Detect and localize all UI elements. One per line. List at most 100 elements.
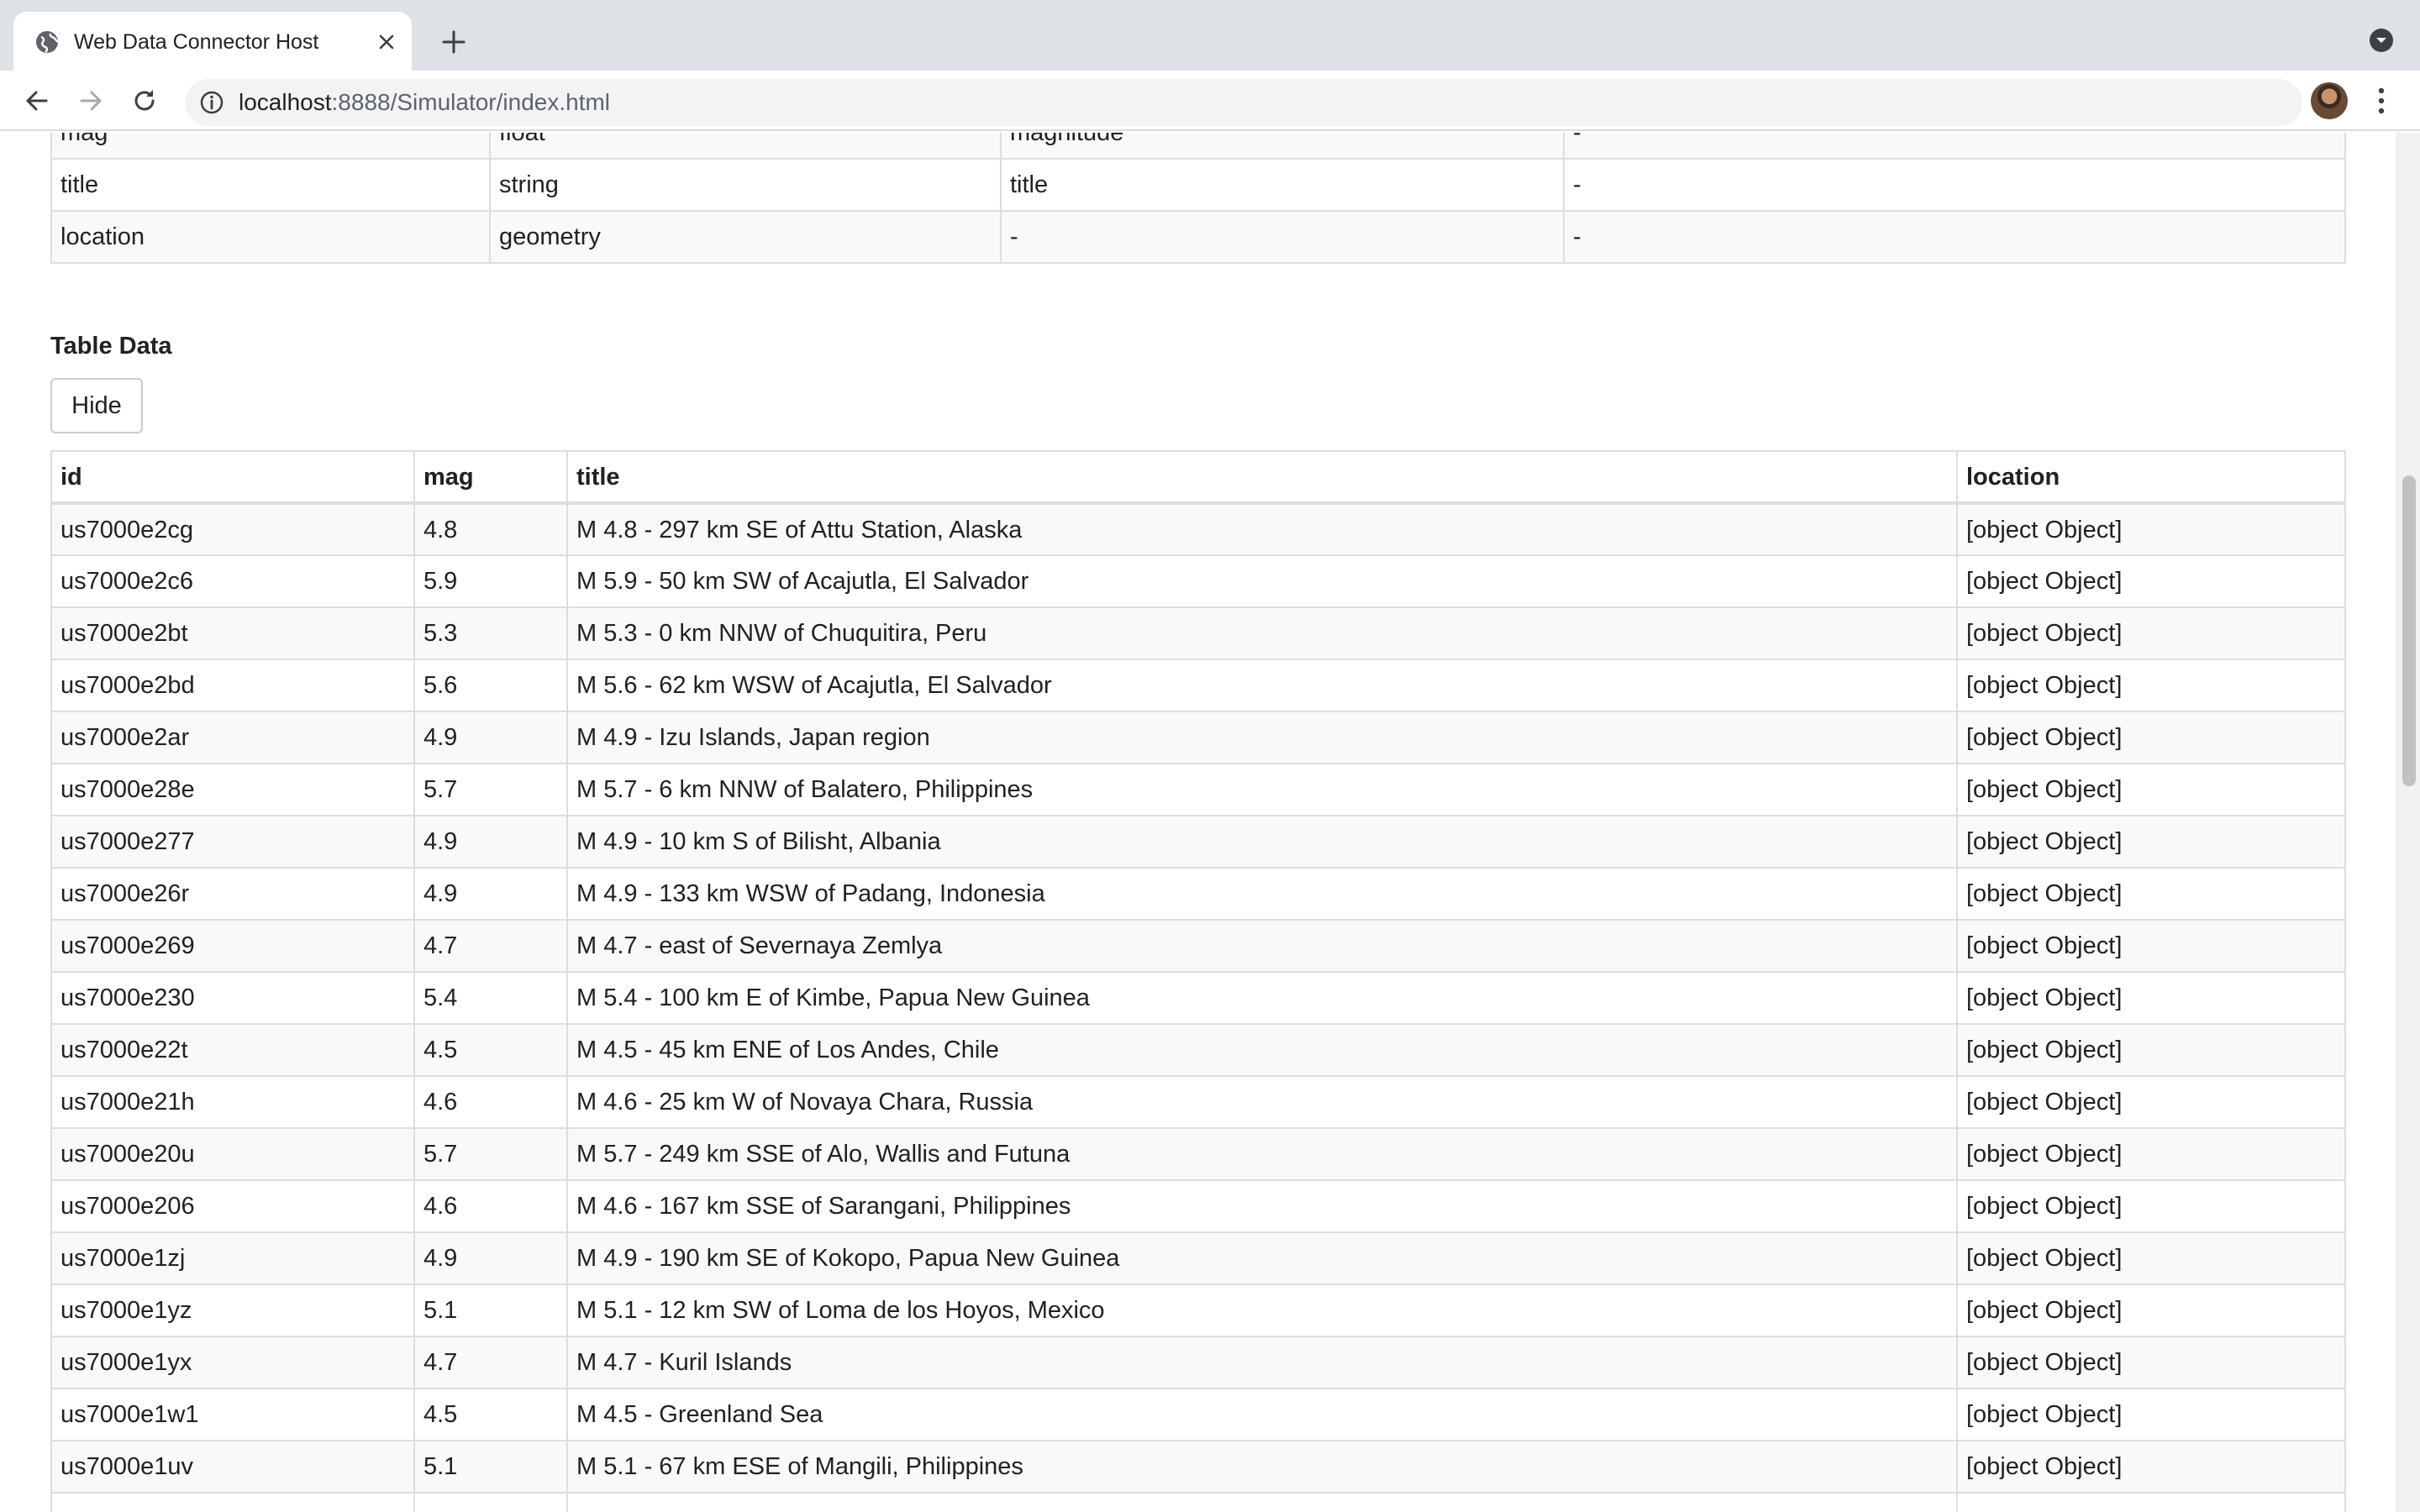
- table-cell: 5.6: [413, 659, 568, 712]
- table-row: us7000e1uv 5.1 M 5.1 - 67 km ESE of Mangil…: [50, 1440, 2346, 1494]
- table-cell: M 4.9 - Izu Islands, Japan region: [566, 711, 1958, 764]
- table-row: us7000e20u 5.7 M 5.7 - 249 km SSE of Alo, …: [50, 1127, 2346, 1181]
- schema-row: title string title -: [50, 158, 2346, 212]
- table-row: us7000e2cg 4.8 M 4.8 - 297 km SE of Attu S…: [50, 502, 2346, 556]
- schema-cell: -: [1563, 210, 2346, 264]
- table-cell: [object Object]: [1956, 763, 2346, 816]
- table-row: us7000e2bd 5.6 M 5.6 - 62 km WSW of Acajut…: [50, 659, 2346, 712]
- table-cell: M 5.4 - 100 km E of Kimbe, Papua New Gui…: [566, 971, 1958, 1025]
- table-cell: us7000e277: [50, 815, 415, 869]
- table-cell: 5.9: [413, 554, 568, 608]
- table-row: us7000e26r 4.9 M 4.9 - 133 km WSW of Padan…: [50, 867, 2346, 921]
- table-cell: M 5.7 - 249 km SSE of Alo, Wallis and Fu…: [566, 1127, 1958, 1181]
- forward-button[interactable]: [72, 82, 109, 119]
- vertical-scrollbar[interactable]: [2396, 133, 2420, 1512]
- browser-tab[interactable]: Web Data Connector Host: [13, 12, 412, 71]
- table-cell: [object Object]: [1956, 815, 2346, 869]
- table-cell: 5.7: [413, 1127, 568, 1181]
- table-cell: [1956, 1492, 2346, 1512]
- table-cell: M 4.9 - 133 km WSW of Padang, Indonesia: [566, 867, 1958, 921]
- table-cell: [50, 1492, 415, 1512]
- table-cell: M 5.3 - 0 km NNW of Chuquitira, Peru: [566, 606, 1958, 660]
- schema-cell: location: [50, 210, 491, 264]
- table-row: us7000e269 4.7 M 4.7 - east of Severnaya Z…: [50, 919, 2346, 973]
- table-cell: M 5.7 - 6 km NNW of Balatero, Philippine…: [566, 763, 1958, 816]
- page-viewport: mag float magnitude - title string title - locat…: [0, 133, 2420, 1512]
- table-row: us7000e2ar 4.9 M 4.9 - Izu Islands, Japan …: [50, 711, 2346, 764]
- url-path: :8888/Simulator/index.html: [331, 89, 611, 115]
- back-button[interactable]: [18, 82, 55, 119]
- tab-search-chevron-icon[interactable]: [2368, 27, 2395, 54]
- table-cell: [object Object]: [1956, 1023, 2346, 1077]
- table-cell: [413, 1492, 568, 1512]
- table-cell: us7000e1yz: [50, 1284, 415, 1337]
- table-cell: 4.9: [413, 867, 568, 921]
- table-cell: [object Object]: [1956, 867, 2346, 921]
- close-icon[interactable]: [375, 30, 398, 54]
- table-row: us7000e2bt 5.3 M 5.3 - 0 km NNW of Chuquit…: [50, 606, 2346, 660]
- table-cell: [object Object]: [1956, 659, 2346, 712]
- table-cell: us7000e2ar: [50, 711, 415, 764]
- info-icon[interactable]: [198, 89, 225, 116]
- table-cell: M 4.6 - 25 km W of Novaya Chara, Russia: [566, 1075, 1958, 1129]
- arrow-left-icon: [26, 91, 48, 111]
- table-cell: M 5.1 - 67 km ESE of Mangili, Philippine…: [566, 1440, 1958, 1494]
- reload-button[interactable]: [126, 82, 163, 119]
- table-cell: M 4.5 - Greenland Sea: [566, 1388, 1958, 1441]
- table-cell: us7000e28e: [50, 763, 415, 816]
- table-cell: us7000e2c6: [50, 554, 415, 608]
- profile-avatar[interactable]: [2311, 82, 2348, 119]
- url-host: localhost: [239, 89, 332, 115]
- table-row: us7000e21h 4.6 M 4.6 - 25 km W of Novaya C…: [50, 1075, 2346, 1129]
- data-table: id mag title location us7000e2cg 4.8 M 4.8 - …: [50, 450, 2346, 1512]
- schema-table: mag float magnitude - title string title - locat…: [50, 133, 2346, 264]
- table-cell: [object Object]: [1956, 1179, 2346, 1233]
- table-cell: us7000e20u: [50, 1127, 415, 1181]
- table-cell: 5.7: [413, 763, 568, 816]
- table-row: us7000e28e 5.7 M 5.7 - 6 km NNW of Balater…: [50, 763, 2346, 816]
- table-cell: us7000e2cg: [50, 502, 415, 556]
- table-cell: 4.6: [413, 1075, 568, 1129]
- table-cell: us7000e1yx: [50, 1336, 415, 1389]
- table-cell: [object Object]: [1956, 711, 2346, 764]
- schema-row: location geometry - -: [50, 210, 2346, 264]
- schema-row: mag float magnitude -: [50, 133, 2346, 160]
- schema-cell: string: [489, 158, 1002, 212]
- scrollbar-thumb[interactable]: [2402, 475, 2416, 786]
- table-cell: 5.4: [413, 971, 568, 1025]
- hide-button[interactable]: Hide: [50, 378, 143, 433]
- table-cell: 4.9: [413, 711, 568, 764]
- schema-cell: -: [1563, 133, 2346, 160]
- table-cell: us7000e230: [50, 971, 415, 1025]
- table-cell: M 4.7 - Kuril Islands: [566, 1336, 1958, 1389]
- table-row: us7000e1w1 4.5 M 4.5 - Greenland Sea [objec…: [50, 1388, 2346, 1441]
- table-data-heading: Table Data: [50, 333, 172, 360]
- column-header: location: [1956, 450, 2346, 505]
- table-cell: M 5.9 - 50 km SW of Acajutla, El Salvado…: [566, 554, 1958, 608]
- table-cell: us7000e1uv: [50, 1440, 415, 1494]
- table-cell: 4.7: [413, 919, 568, 973]
- table-cell: [object Object]: [1956, 606, 2346, 660]
- table-cell: [object Object]: [1956, 1231, 2346, 1285]
- table-row: us7000e230 5.4 M 5.4 - 100 km E of Kimbe, …: [50, 971, 2346, 1025]
- schema-cell: magnitude: [1000, 133, 1565, 160]
- schema-table-body: mag float magnitude - title string title - locat…: [50, 133, 2346, 264]
- table-row: us7000e1yz 5.1 M 5.1 - 12 km SW of Loma de…: [50, 1284, 2346, 1337]
- more-vert-icon[interactable]: [2368, 82, 2395, 119]
- table-cell: 4.5: [413, 1388, 568, 1441]
- table-cell: [object Object]: [1956, 971, 2346, 1025]
- table-cell: us7000e206: [50, 1179, 415, 1233]
- address-bar[interactable]: localhost:8888/Simulator/index.html: [185, 79, 2302, 126]
- url-text[interactable]: localhost:8888/Simulator/index.html: [239, 89, 610, 116]
- table-cell: 4.9: [413, 815, 568, 869]
- table-cell: 4.5: [413, 1023, 568, 1077]
- new-tab-plus-icon[interactable]: [437, 25, 471, 59]
- table-cell: M 5.6 - 62 km WSW of Acajutla, El Salvad…: [566, 659, 1958, 712]
- table-cell: us7000e1zj: [50, 1231, 415, 1285]
- table-row: us7000e22t 4.5 M 4.5 - 45 km ENE of Los An…: [50, 1023, 2346, 1077]
- table-cell: M 5.1 - 12 km SW of Loma de los Hoyos, M…: [566, 1284, 1958, 1337]
- table-cell: us7000e269: [50, 919, 415, 973]
- table-cell: M 4.9 - 190 km SE of Kokopo, Papua New G…: [566, 1231, 1958, 1285]
- table-cell: us7000e2bt: [50, 606, 415, 660]
- table-row: us7000e277 4.9 M 4.9 - 10 km S of Bilisht,…: [50, 815, 2346, 869]
